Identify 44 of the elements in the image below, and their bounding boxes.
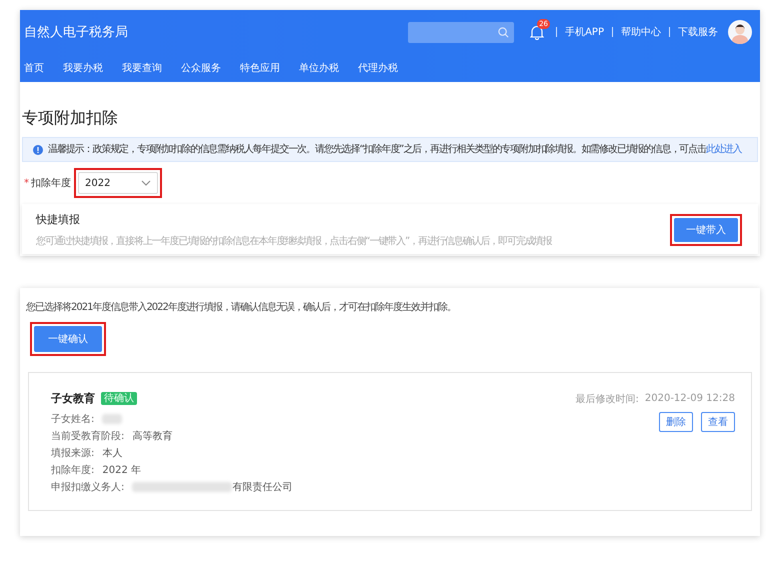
page-title: 专项附加扣除 — [22, 108, 119, 129]
record-title: 子女教育 — [51, 391, 95, 406]
info-icon — [33, 145, 43, 155]
action-button[interactable]: 删除 — [659, 412, 693, 432]
card-title: 快捷填报 — [36, 212, 81, 227]
avatar-icon[interactable] — [728, 20, 752, 44]
notice-link[interactable]: 此处进入 — [706, 144, 742, 155]
field-label: 申报扣缴义务人: — [51, 480, 124, 494]
year-select[interactable]: 2022 — [78, 172, 158, 194]
nav-tab[interactable]: 我要办税 — [63, 61, 103, 75]
nav-tab[interactable]: 单位办税 — [299, 61, 339, 75]
redacted-mark — [102, 414, 122, 424]
bell-icon[interactable] — [530, 24, 544, 40]
nav-tab[interactable]: 公众服务 — [181, 61, 221, 75]
status-tag: 待确认 — [101, 392, 137, 405]
field-label: 子女姓名: — [51, 413, 94, 426]
modified-label: 最后修改时间: — [576, 392, 639, 406]
search-icon — [498, 26, 510, 38]
confirm-button[interactable]: 一键确认 — [34, 326, 102, 352]
field-value: 2022 年 — [102, 464, 142, 477]
field-label: 填报来源: — [51, 446, 94, 460]
nav-tab[interactable]: 首页 — [24, 61, 44, 75]
notice-text: 温馨提示：政策规定，专项附加扣除的信息需纳税人每年提交一次。请您先选择“扣除年度”之后，再进行相关类型的专项附加扣除填报。如需修改已填报的信息，可点击此处进入 — [48, 143, 742, 156]
action-button[interactable]: 查看 — [701, 412, 735, 432]
nav-tab[interactable]: 代理办税 — [358, 61, 398, 75]
field-value: 高等教育 — [132, 430, 172, 443]
year-label: 扣除年度 — [31, 176, 71, 190]
nav-tab[interactable]: 我要查询 — [122, 61, 162, 75]
field-label: 扣除年度: — [51, 464, 94, 477]
confirm-message: 您已选择将2021年度信息带入2022年度进行填报，请确认信息无误，确认后，才可在扣除年度生效并扣除。 — [26, 300, 457, 314]
header-link[interactable]: 下载服务 — [678, 25, 718, 39]
import-button[interactable]: 一键带入 — [674, 218, 738, 242]
chevron-icon — [141, 180, 151, 186]
header-link[interactable]: 帮助中心 — [621, 25, 661, 39]
field-value: 有限责任公司 — [232, 480, 292, 494]
required-mark: * — [24, 178, 29, 188]
field-value: 本人 — [102, 446, 122, 460]
card-description: 您可通过快捷填报，直接将上一年度已填报的扣除信息在本年度继续填报，点击右侧“一键带入”，再进行信息确认后，即可完成填报 — [36, 234, 552, 248]
modified-time: 2020-12-09 12:28 — [644, 393, 735, 404]
field-label: 当前受教育阶段: — [51, 430, 124, 443]
site-title: 自然人电子税务局 — [24, 24, 128, 41]
search-field[interactable] — [408, 22, 514, 42]
nav-tab[interactable]: 特色应用 — [240, 61, 280, 75]
header-link[interactable]: 手机APP — [565, 25, 604, 39]
